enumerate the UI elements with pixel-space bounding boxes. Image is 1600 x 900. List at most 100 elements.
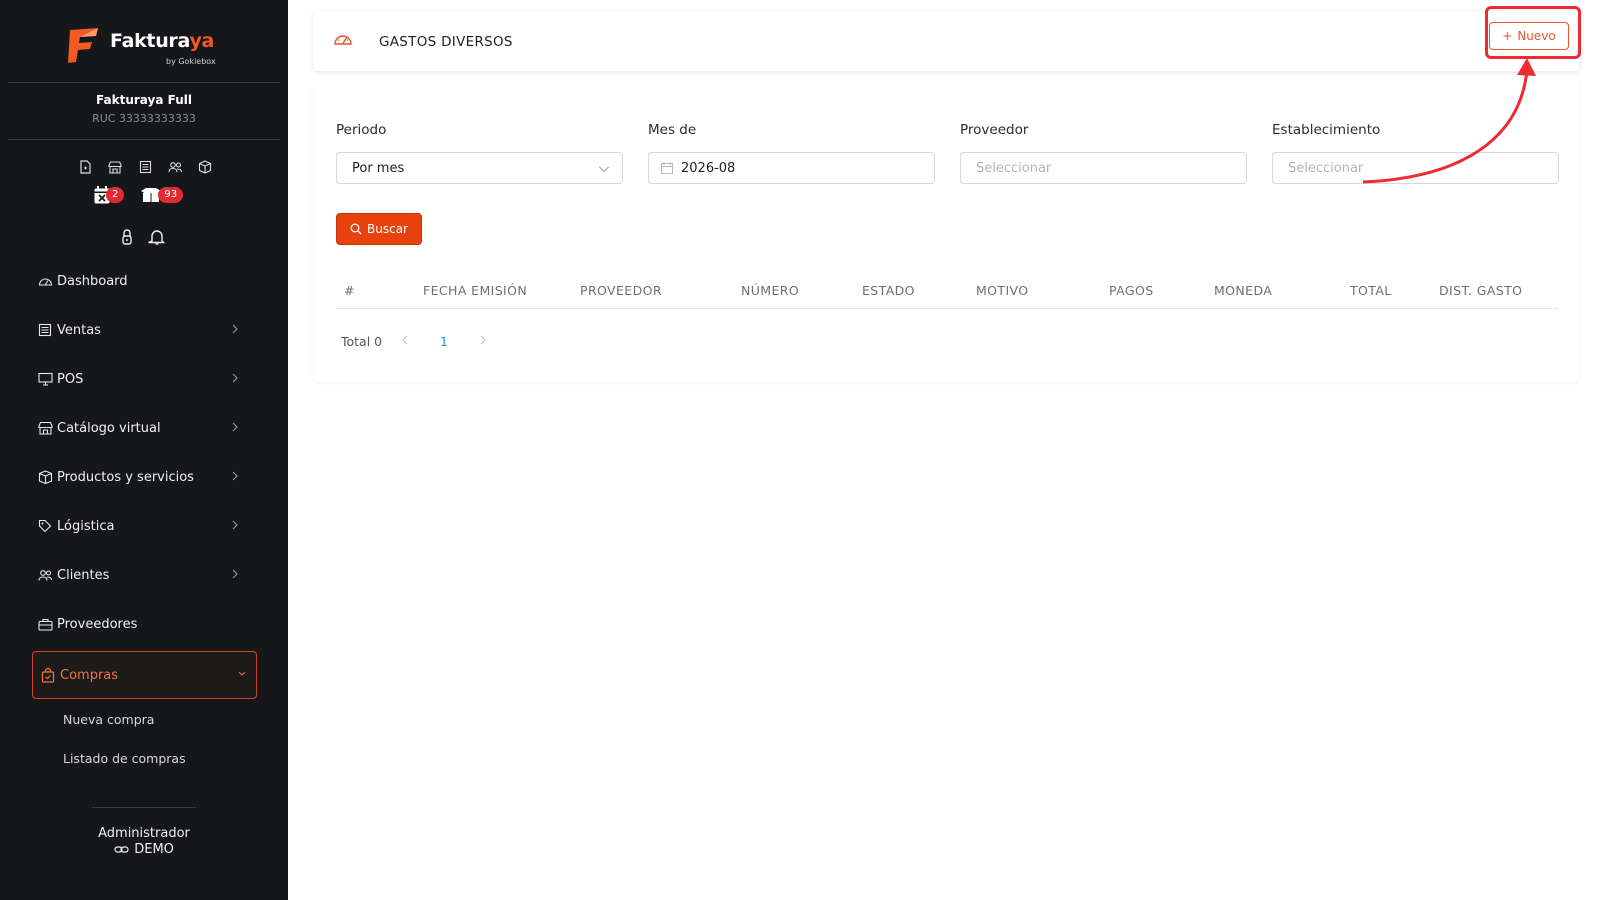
- periodo-select[interactable]: Por mes: [336, 152, 623, 184]
- pagination-page-current[interactable]: 1: [440, 334, 448, 349]
- page-header: GASTOS DIVERSOS + Nuevo: [313, 11, 1579, 71]
- pagination-prev-icon[interactable]: [400, 333, 410, 347]
- brand-logo[interactable]: Fakturaya by Gokiebox: [68, 22, 228, 74]
- search-icon: [350, 223, 362, 235]
- sidebar-item-catalogo[interactable]: Catálogo virtual: [38, 411, 248, 445]
- sidebar-item-ventas[interactable]: Ventas: [38, 313, 248, 347]
- sidebar-item-productos[interactable]: Productos y servicios: [38, 460, 248, 494]
- chevron-right-icon: [232, 373, 238, 383]
- chevron-right-icon: [232, 520, 238, 530]
- users-icon: [38, 567, 54, 583]
- column-header-proveedor: PROVEEDOR: [580, 283, 662, 298]
- establecimiento-placeholder: Seleccionar: [1288, 160, 1364, 176]
- sidebar-item-label: Productos y servicios: [57, 469, 194, 485]
- proveedor-select[interactable]: Seleccionar: [960, 152, 1247, 184]
- sidebar-item-dashboard[interactable]: Dashboard: [38, 264, 248, 298]
- table-header-divider: [336, 308, 1558, 309]
- logo-mark-icon: [68, 28, 98, 63]
- user-name[interactable]: DEMO: [0, 842, 288, 857]
- mes-value: 2026-08: [681, 160, 736, 176]
- calendar-notification[interactable]: 2: [94, 186, 125, 204]
- column-header-numero: NÚMERO: [741, 283, 800, 298]
- annotation-highlight-box: [1485, 6, 1581, 59]
- brand-subtitle: by Gokiebox: [166, 57, 216, 66]
- notification-badges: 2 93: [94, 186, 184, 204]
- tag-icon: [38, 518, 54, 534]
- gauge-icon: [38, 273, 54, 289]
- sidebar-item-logistica[interactable]: Lógistica: [38, 509, 248, 543]
- establecimiento-select[interactable]: Seleccionar: [1272, 152, 1559, 184]
- sidebar-item-label: Proveedores: [57, 616, 138, 632]
- lock-icon[interactable]: [120, 228, 134, 250]
- chevron-right-icon: [232, 569, 238, 579]
- proveedor-placeholder: Seleccionar: [976, 160, 1052, 176]
- search-button-label: Buscar: [367, 222, 408, 236]
- sidebar-item-label: POS: [57, 371, 84, 387]
- box-icon: [38, 469, 54, 485]
- sidebar-item-label: Catálogo virtual: [57, 420, 161, 436]
- column-header-total: TOTAL: [1350, 283, 1392, 298]
- search-button[interactable]: Buscar: [336, 213, 422, 245]
- bell-icon[interactable]: [148, 228, 166, 250]
- column-header-motivo: MOTIVO: [976, 283, 1029, 298]
- sidebar-item-clientes[interactable]: Clientes: [38, 558, 248, 592]
- sidebar-item-pos[interactable]: POS: [38, 362, 248, 396]
- receipt-icon: [38, 322, 54, 338]
- column-header-moneda: MONEDA: [1214, 283, 1273, 298]
- brand-name: Fakturaya: [110, 30, 215, 52]
- periodo-label: Periodo: [336, 122, 387, 138]
- chevron-right-icon: [232, 422, 238, 432]
- pagination-next-icon[interactable]: [478, 333, 488, 347]
- submenu-item-listado-compras[interactable]: Listado de compras: [63, 751, 186, 766]
- gauge-icon: [334, 35, 352, 45]
- chevron-down-icon: [238, 671, 246, 676]
- pagination-total: Total 0: [341, 334, 383, 349]
- mes-date-picker[interactable]: 2026-08: [648, 152, 935, 184]
- utility-bar: [120, 228, 166, 250]
- page-title: GASTOS DIVERSOS: [379, 34, 513, 50]
- submenu-item-nueva-compra[interactable]: Nueva compra: [63, 712, 154, 727]
- sidebar-item-compras[interactable]: Compras: [41, 658, 251, 692]
- sidebar-item-label: Compras: [60, 667, 119, 683]
- filter-card: [313, 82, 1579, 382]
- sidebar-divider: [8, 139, 280, 140]
- sidebar: Fakturaya by Gokiebox Fakturaya Full RUC…: [0, 0, 288, 900]
- box-count-badge: 93: [158, 187, 184, 203]
- briefcase-icon: [38, 616, 54, 632]
- monitor-icon: [38, 371, 54, 387]
- calendar-count-badge: 2: [106, 187, 125, 203]
- link-icon: [114, 846, 129, 853]
- company-ruc: RUC 33333333333: [92, 112, 196, 125]
- sidebar-item-proveedores[interactable]: Proveedores: [38, 607, 248, 641]
- sidebar-item-label: Ventas: [57, 322, 101, 338]
- proveedor-label: Proveedor: [960, 122, 1029, 138]
- user-divider: [92, 807, 196, 808]
- sidebar-item-label: Clientes: [57, 567, 110, 583]
- store-icon: [38, 420, 54, 436]
- list-icon[interactable]: [136, 158, 154, 176]
- chevron-right-icon: [232, 324, 238, 334]
- calendar-icon: [661, 162, 673, 174]
- user-role: Administrador: [98, 826, 190, 841]
- periodo-value: Por mes: [352, 160, 405, 176]
- column-header-estado: ESTADO: [862, 283, 915, 298]
- sidebar-item-label: Dashboard: [57, 273, 128, 289]
- chevron-down-icon: [599, 166, 609, 173]
- users-icon[interactable]: [166, 158, 184, 176]
- shopping-bag-icon: [41, 667, 57, 683]
- box-notification[interactable]: 93: [140, 187, 184, 203]
- chevron-right-icon: [232, 471, 238, 481]
- company-name: Fakturaya Full: [96, 93, 192, 107]
- column-header-index: #: [344, 283, 355, 298]
- quick-access-bar: [76, 158, 214, 176]
- document-icon[interactable]: [76, 158, 94, 176]
- column-header-dist-gasto: DIST. GASTO: [1439, 283, 1523, 298]
- mes-label: Mes de: [648, 122, 697, 138]
- box-icon[interactable]: [196, 158, 214, 176]
- sidebar-divider: [8, 82, 280, 83]
- column-header-pagos: PAGOS: [1109, 283, 1154, 298]
- column-header-fecha-emision: FECHA EMISIÓN: [423, 283, 528, 298]
- store-icon[interactable]: [106, 158, 124, 176]
- sidebar-item-label: Lógistica: [57, 518, 115, 534]
- establecimiento-label: Establecimiento: [1272, 122, 1381, 138]
